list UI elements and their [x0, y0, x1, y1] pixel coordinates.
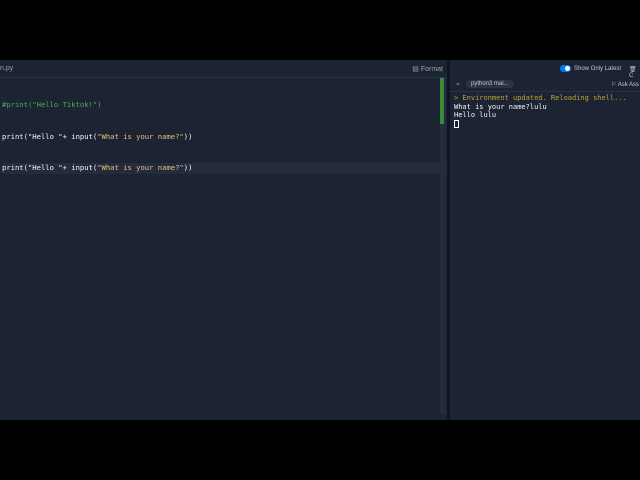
console-pane: Show Only Latest 🗑 C ⌄ python3 mai... ⚐ … — [450, 60, 640, 420]
code-string: "What is your name?" — [97, 163, 184, 172]
code-string: "What is your name?" — [97, 131, 184, 141]
file-tab[interactable]: n.py — [0, 65, 13, 72]
format-button[interactable]: ▤ Format — [412, 65, 443, 73]
console-line: Hello lulu — [454, 111, 497, 119]
replit-workspace: n.py ▤ Format #print("Hello Tiktok!") pr… — [0, 60, 640, 420]
code-area[interactable]: #print("Hello Tiktok!") print("Hello "+ … — [0, 78, 447, 195]
show-only-latest-label: Show Only Latest — [574, 66, 622, 72]
console-output[interactable]: > Environment updated. Reloading shell..… — [450, 92, 640, 132]
code-text: print("Hello "+ input( — [2, 131, 98, 141]
code-line-active: print("Hello "+ input("What is your name… — [2, 163, 447, 174]
ask-label: Ask Ass — [617, 82, 640, 88]
code-comment: #print("Hello Tiktok!") — [2, 100, 102, 109]
chevron-down-icon[interactable]: ⌄ — [455, 79, 461, 87]
code-line: #print("Hello Tiktok!") — [2, 100, 447, 111]
console-tab[interactable]: python3 mai... — [466, 80, 514, 88]
ask-assistant-button[interactable]: ⚐ Ask Ass — [611, 81, 639, 88]
console-cursor — [454, 119, 459, 128]
console-tabs: ⌄ python3 mai... ⚐ Ask Ass — [450, 78, 640, 92]
console-line: What is your name?lulu — [454, 102, 547, 111]
code-line: print("Hello "+ input("What is your name… — [2, 132, 447, 143]
show-only-latest-toggle[interactable] — [560, 65, 571, 72]
change-marker — [440, 78, 444, 124]
editor-header: n.py ▤ Format — [0, 60, 447, 78]
code-text: )) — [183, 131, 193, 141]
code-text: )) — [183, 163, 193, 172]
console-toolbar: Show Only Latest 🗑 C — [450, 60, 640, 79]
format-label: Format — [420, 66, 443, 73]
console-line: > Environment updated. Reloading shell..… — [454, 94, 627, 102]
editor-scrollbar[interactable] — [440, 78, 446, 414]
code-text: print("Hello "+ input( — [2, 163, 98, 172]
code-editor[interactable]: n.py ▤ Format #print("Hello Tiktok!") pr… — [0, 60, 447, 420]
